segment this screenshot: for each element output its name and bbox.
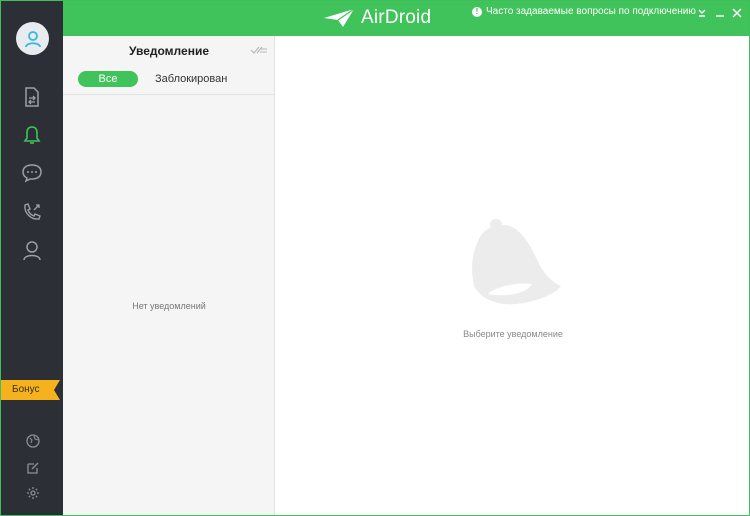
tab-all[interactable]: Все — [78, 71, 138, 87]
paper-plane-logo-icon — [324, 8, 355, 27]
avatar[interactable] — [16, 22, 49, 55]
sidebar: Бонус — [1, 1, 63, 515]
sidebar-item-contacts[interactable] — [20, 239, 44, 263]
sidebar-item-notifications[interactable] — [20, 123, 44, 147]
mark-all-read-icon[interactable] — [250, 45, 268, 55]
edit-icon — [26, 462, 38, 474]
empty-list-message: Нет уведомлений — [132, 301, 206, 311]
panel-header: Уведомление — [63, 36, 275, 64]
bell-placeholder-icon — [472, 219, 561, 305]
bonus-badge[interactable]: Бонус — [1, 380, 60, 400]
sidebar-item-web[interactable] — [25, 433, 40, 448]
close-button[interactable] — [730, 6, 744, 20]
notification-panel: Уведомление Все Заблокирован Нет уведомл… — [63, 36, 275, 515]
sidebar-item-calls[interactable] — [20, 200, 44, 224]
tab-blocked[interactable]: Заблокирован — [155, 73, 227, 85]
sidebar-item-files[interactable] — [20, 85, 44, 109]
app-name: AirDroid — [361, 7, 432, 28]
top-bar: AirDroid ! Часто задаваемые вопросы по п… — [63, 1, 749, 36]
call-icon — [24, 203, 41, 220]
message-icon — [22, 164, 42, 183]
notification-tabs: Все Заблокирован — [63, 69, 275, 95]
airdroid-logo: AirDroid — [323, 6, 431, 30]
panel-title: Уведомление — [128, 44, 209, 58]
settings-icon — [26, 486, 39, 499]
close-icon — [732, 8, 742, 18]
user-avatar-icon — [24, 30, 41, 47]
sidebar-item-feedback[interactable] — [25, 460, 40, 475]
faq-link[interactable]: ! Часто задаваемые вопросы по подключени… — [472, 6, 696, 17]
globe-icon — [25, 433, 40, 448]
chevron-down-icon — [698, 9, 706, 17]
app-window: Бонус AirDroid ! Часто задаваемые вопрос… — [0, 0, 750, 516]
notification-detail: Выберите уведомление — [276, 36, 749, 515]
minimize-icon — [716, 15, 724, 17]
contacts-icon — [23, 241, 41, 261]
bell-icon — [23, 126, 41, 144]
sidebar-item-messages[interactable] — [20, 161, 44, 185]
faq-label: Часто задаваемые вопросы по подключению — [486, 6, 696, 17]
select-notification-hint: Выберите уведомление — [463, 329, 563, 339]
sidebar-item-settings[interactable] — [25, 485, 40, 500]
file-transfer-icon — [25, 87, 39, 107]
info-icon: ! — [472, 6, 482, 17]
minimize-to-tray-button[interactable] — [695, 6, 709, 20]
minimize-button[interactable] — [713, 6, 727, 20]
